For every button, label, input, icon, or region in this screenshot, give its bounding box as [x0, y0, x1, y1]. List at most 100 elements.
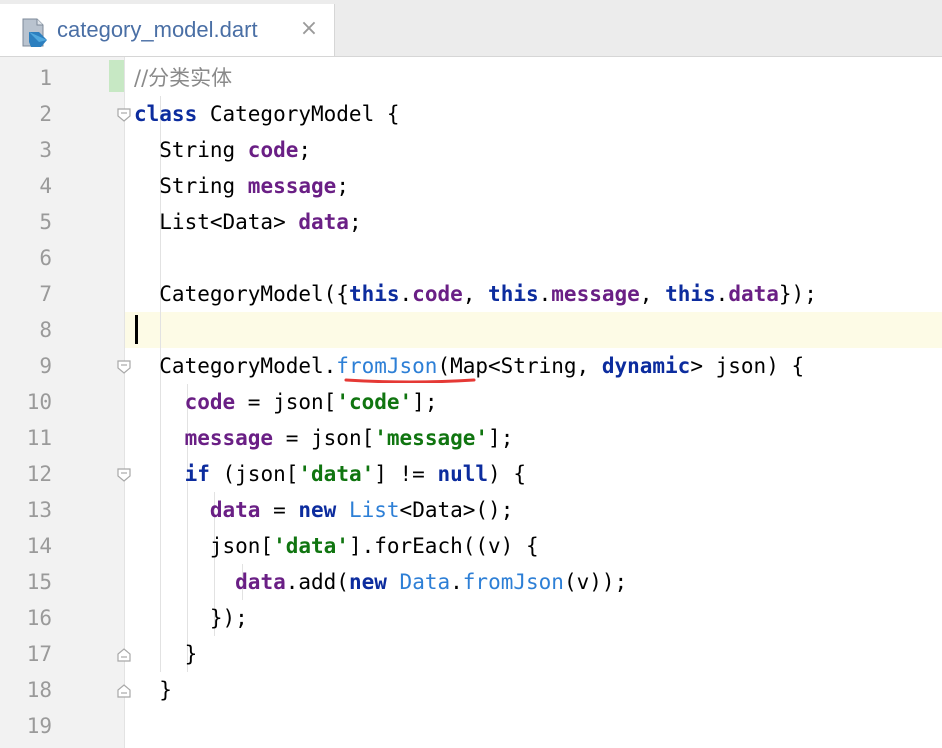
fold-end-icon[interactable]	[116, 683, 132, 699]
code-token: = json[	[235, 390, 337, 414]
current-line-highlight	[125, 312, 942, 348]
code-token: code	[412, 282, 463, 306]
code-token: new	[298, 498, 337, 522]
dart-file-icon	[22, 18, 47, 47]
code-token: ,	[462, 282, 489, 306]
code-line: List<Data> data;	[134, 204, 362, 240]
code-token: code	[247, 138, 299, 162]
code-token: //分类实体	[134, 66, 233, 90]
line-number: 8	[39, 318, 52, 342]
code-token: data	[298, 210, 349, 234]
code-token: List	[348, 498, 400, 522]
code-token: data	[235, 570, 286, 594]
line-number: 18	[26, 678, 52, 702]
code-token: });	[134, 606, 248, 630]
code-token: CategoryModel({	[134, 282, 349, 306]
code-token: ;	[336, 174, 349, 198]
code-token: });	[778, 282, 817, 306]
code-token: }	[134, 642, 198, 666]
error-squiggle	[344, 378, 476, 383]
code-token: CategoryModel.	[134, 354, 337, 378]
code-token: CategoryModel {	[197, 102, 400, 126]
line-number: 6	[39, 246, 52, 270]
code-line: });	[134, 600, 248, 636]
code-line: }	[134, 672, 172, 708]
code-token: ];	[488, 426, 514, 450]
code-token: .	[538, 282, 552, 306]
code-token: (Map<String,	[437, 354, 602, 378]
fold-collapse-icon[interactable]	[116, 107, 132, 123]
line-number: 14	[26, 534, 52, 558]
code-token: data	[209, 498, 261, 522]
code-token: > json) {	[690, 354, 805, 378]
file-tab[interactable]: category_model.dart ×	[0, 4, 335, 56]
code-token: ];	[412, 390, 438, 414]
line-number: 9	[39, 354, 52, 378]
code-token: (json[	[209, 462, 299, 486]
code-token: = json[	[273, 426, 375, 450]
code-line: //分类实体	[134, 60, 232, 96]
code-token: class	[134, 102, 198, 126]
fold-collapse-icon[interactable]	[116, 359, 132, 375]
code-token: this	[348, 282, 400, 306]
code-line: data = new List<Data>();	[134, 492, 513, 528]
code-line: String code;	[134, 132, 311, 168]
code-token: message	[551, 282, 640, 306]
code-token: .	[399, 282, 413, 306]
code-token: data	[728, 282, 779, 306]
code-token: ;	[298, 138, 312, 162]
code-token: new	[348, 570, 387, 594]
code-line: class CategoryModel {	[134, 96, 400, 132]
code-token: null	[437, 462, 489, 486]
code-token: 'message'	[374, 426, 489, 450]
code-token: this	[488, 282, 539, 306]
code-token: 'data'	[273, 534, 349, 558]
line-number: 19	[26, 714, 52, 738]
code-token: message	[247, 174, 337, 198]
line-number: 7	[39, 282, 52, 306]
line-number: 5	[39, 210, 52, 234]
code-token: Data	[399, 570, 451, 594]
code-token: if	[184, 462, 210, 486]
line-number: 12	[26, 462, 52, 486]
code-token: String	[134, 138, 248, 162]
code-token: ) {	[488, 462, 526, 486]
code-token: 'code'	[336, 390, 413, 414]
code-line: data.add(new Data.fromJson(v));	[134, 564, 627, 600]
vcs-change-marker[interactable]	[109, 60, 124, 92]
code-token: ;	[348, 210, 362, 234]
tab-file-name: category_model.dart	[57, 17, 258, 42]
code-token: json[	[134, 534, 274, 558]
code-line: }	[134, 636, 198, 672]
code-token: .	[715, 282, 729, 306]
code-token: ].forEach((v) {	[348, 534, 539, 558]
close-icon[interactable]: ×	[298, 16, 320, 42]
code-token: 'data'	[298, 462, 375, 486]
fold-collapse-icon[interactable]	[116, 467, 132, 483]
line-number: 13	[26, 498, 52, 522]
code-token: this	[665, 282, 716, 306]
code-token: .	[450, 570, 463, 594]
line-number: 1	[39, 66, 52, 90]
fold-end-icon[interactable]	[116, 647, 132, 663]
code-token: fromJson	[336, 354, 438, 378]
code-line: CategoryModel({this.code, this.message, …	[134, 276, 817, 312]
code-token: ,	[639, 282, 666, 306]
code-token: (v));	[563, 570, 628, 594]
code-token: List<Data>	[134, 210, 299, 234]
code-token: =	[260, 498, 299, 522]
code-token: .add(	[285, 570, 349, 594]
line-number: 3	[39, 138, 52, 162]
line-number: 16	[26, 606, 52, 630]
line-number: 4	[39, 174, 52, 198]
code-line: code = json['code'];	[134, 384, 438, 420]
code-token: <Data>();	[399, 498, 514, 522]
code-line: message = json['message'];	[134, 420, 514, 456]
code-token: }	[134, 678, 172, 702]
